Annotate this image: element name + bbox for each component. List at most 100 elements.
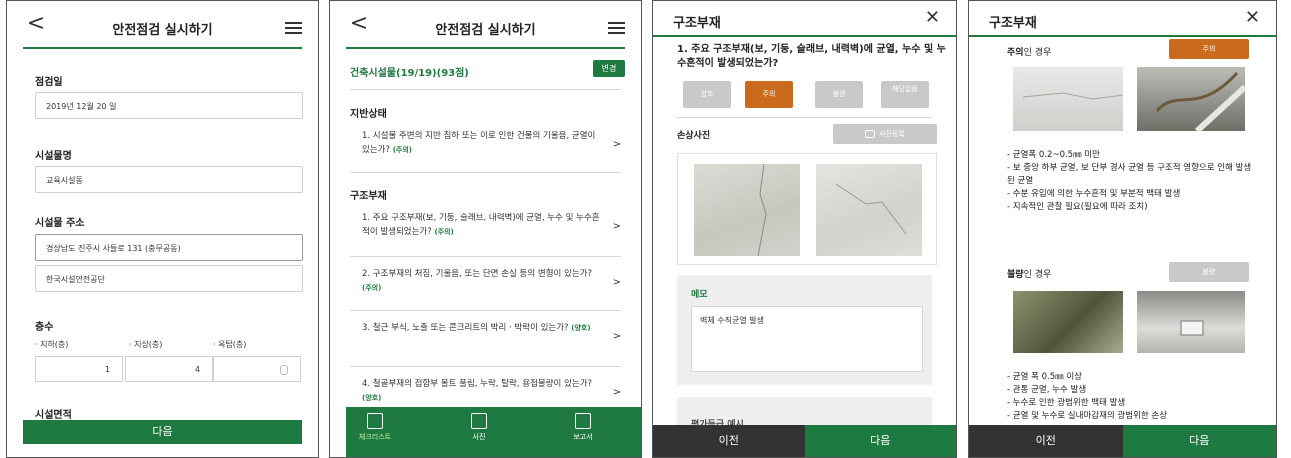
bad-description: - 균열 폭 0.5㎜ 이상 - 관통 균열, 누수 발생 - 누수로 인한 광…	[1007, 371, 1257, 423]
bad-case-bold: 불량	[1007, 270, 1024, 280]
checklist-item-status: (주의)	[434, 228, 454, 236]
facility-name-field[interactable]: 교육시설동	[35, 166, 303, 193]
ground-floors-input[interactable]: 4	[125, 356, 213, 382]
memo-textarea[interactable]: 벽체 수직균열 발생	[691, 306, 923, 372]
bad-case-title: 불량인 경우	[1007, 267, 1051, 280]
bad-example-photo	[1013, 291, 1123, 353]
header: < 안전점검 실시하기	[7, 1, 318, 49]
chevron-right-icon[interactable]: >	[613, 331, 621, 342]
hamburger-icon[interactable]	[608, 22, 625, 34]
checklist-item-text: 3. 철근 부식, 노출 또는 콘크리트의 박리 · 박락이 있는가?	[362, 323, 569, 333]
address-field[interactable]: 경상남도 진주시 사들로 131 (충무공동)	[35, 234, 303, 261]
next-button[interactable]: 다음	[804, 425, 956, 457]
checklist-item[interactable]: 3. 철근 부식, 노출 또는 콘크리트의 박리 · 박락이 있는가? (양호)	[362, 321, 600, 335]
checklist-item-status: (주의)	[362, 284, 382, 292]
divider	[350, 256, 621, 257]
description-line: - 균열 및 누수로 실내마감재의 광범위한 손상	[1007, 411, 1168, 421]
header-divider	[346, 47, 625, 49]
damage-photo[interactable]	[694, 163, 800, 257]
checklist-item[interactable]: 4. 철골부재의 접합부 볼트 풀림, 누락, 탈락, 용접불량이 있는가? (…	[362, 377, 600, 405]
description-line: - 균열폭 0.2~0.5㎜ 미만	[1007, 150, 1100, 160]
chevron-right-icon[interactable]: >	[613, 387, 621, 398]
photo-register-button[interactable]: 사진등록	[833, 124, 937, 144]
page-title: 안전점검 실시하기	[112, 23, 213, 38]
checklist-item[interactable]: 1. 시설물 주변의 지반 침하 또는 이로 인한 건물의 기울음, 균열이 있…	[362, 129, 600, 157]
checklist-item[interactable]: 1. 주요 구조부재(보, 기둥, 슬래브, 내력벽)에 균열, 누수 및 누수…	[362, 211, 600, 239]
window-image	[1180, 320, 1204, 336]
prev-button[interactable]: 이전	[653, 425, 805, 457]
description-line: - 누수로 인한 광범위한 백태 발생	[1007, 398, 1126, 408]
option-na-button[interactable]: 해당없음	[881, 81, 929, 108]
inspection-info-screen: < 안전점검 실시하기 점검일 2019년 12월 20 일 시설물명 교육시설…	[6, 0, 319, 458]
description-line: - 수분 유입에 의한 누수흔적 및 부분적 백태 발생	[1007, 189, 1181, 199]
damage-photo-label: 손상사진	[677, 131, 711, 141]
chevron-right-icon[interactable]: >	[613, 221, 621, 232]
facility-name-label: 시설물명	[35, 151, 72, 162]
change-button[interactable]: 변경	[593, 60, 625, 77]
chevron-right-icon[interactable]: >	[613, 139, 621, 150]
header-divider	[23, 47, 302, 49]
close-icon[interactable]: ✕	[1245, 7, 1260, 28]
divider	[350, 366, 621, 367]
bottom-tab-bar: 체크리스트 사진 보고서	[346, 407, 641, 457]
section-ground-condition: 지반상태	[350, 109, 387, 120]
photo-register-label: 사진등록	[879, 130, 905, 138]
address-detail-field[interactable]: 한국시설안전공단	[35, 265, 303, 292]
checklist-item-status: (주의)	[392, 146, 412, 154]
damage-photo[interactable]	[816, 164, 922, 256]
damage-photo-gallery	[677, 153, 937, 265]
bottom-nav: 이전 다음	[653, 425, 956, 457]
next-button[interactable]: 다음	[23, 420, 302, 444]
rooftop-floors-input[interactable]	[213, 356, 301, 382]
caution-example-photo	[1137, 67, 1248, 134]
prev-button[interactable]: 이전	[969, 425, 1123, 457]
caution-case-suffix: 인 경우	[1023, 48, 1052, 58]
inspection-date-field[interactable]: 2019년 12월 20 일	[35, 92, 303, 119]
crack-image	[757, 163, 767, 257]
divider	[677, 117, 932, 118]
bad-badge: 불량	[1169, 262, 1249, 282]
checklist-item-text: 1. 주요 구조부재(보, 기둥, 슬래브, 내력벽)에 균열, 누수 및 누수…	[362, 213, 600, 237]
basement-floors-input[interactable]: 1	[35, 356, 123, 382]
caution-badge: 주의	[1169, 39, 1249, 59]
tab-label: 체크리스트	[358, 433, 392, 441]
description-line: - 관통 균열, 누수 발생	[1007, 385, 1087, 395]
area-label: 시설면적	[35, 410, 72, 421]
tab-report[interactable]: 보고서	[558, 413, 608, 442]
question-text: 1. 주요 구조부재(보, 기둥, 슬래브, 내력벽)에 균열, 누수 및 누수…	[677, 44, 946, 69]
option-caution-button[interactable]: 주의	[745, 81, 793, 108]
section-structural-members: 구조부재	[350, 191, 387, 202]
caution-case-title: 주의인 경우	[1007, 45, 1051, 58]
floors-label: 층수	[35, 322, 54, 333]
caution-description: - 균열폭 0.2~0.5㎜ 미만 - 보 중앙 하부 균열, 보 단부 경사 …	[1007, 149, 1257, 214]
report-icon	[575, 413, 591, 429]
header: 구조부재 ✕	[653, 1, 956, 49]
crack-image	[1022, 92, 1124, 100]
chevron-right-icon[interactable]: >	[613, 277, 621, 288]
header-divider	[653, 35, 956, 37]
caution-example-photo	[1013, 67, 1124, 131]
screenshot-root: < 안전점검 실시하기 점검일 2019년 12월 20 일 시설물명 교육시설…	[0, 0, 1291, 458]
checklist-item[interactable]: 2. 구조부재의 처짐, 기울음, 또는 단면 손실 등의 변형이 있는가? (…	[362, 267, 600, 295]
tab-checklist[interactable]: 체크리스트	[350, 413, 400, 442]
memo-label: 메모	[691, 290, 708, 300]
divider	[350, 89, 621, 90]
checklist-item-text: 4. 철골부재의 접합부 볼트 풀림, 누락, 탈락, 용접불량이 있는가?	[362, 379, 593, 389]
option-good-button[interactable]: 양호	[683, 81, 731, 108]
description-line: - 지속적인 관찰 필요(필요에 따라 조치)	[1007, 202, 1148, 212]
close-icon[interactable]: ✕	[925, 7, 940, 28]
header: < 안전점검 실시하기	[330, 1, 641, 49]
page-title: 구조부재	[989, 16, 1037, 31]
page-title: 안전점검 실시하기	[435, 23, 536, 38]
tab-label: 사진	[472, 433, 486, 441]
next-button[interactable]: 다음	[1122, 425, 1276, 457]
hamburger-icon[interactable]	[285, 22, 302, 34]
tab-photo[interactable]: 사진	[454, 413, 504, 442]
divider	[350, 172, 621, 173]
stepper-icon[interactable]	[280, 365, 288, 375]
option-bad-button[interactable]: 불량	[815, 81, 863, 108]
description-line: - 균열 폭 0.5㎜ 이상	[1007, 372, 1082, 382]
facility-summary: 건축시설물(19/19)(93점)	[350, 68, 469, 79]
divider	[350, 310, 621, 311]
crack-image	[835, 183, 907, 235]
